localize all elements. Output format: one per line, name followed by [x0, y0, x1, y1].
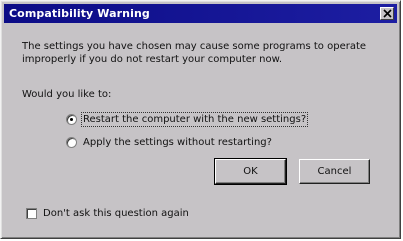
cancel-button[interactable]: Cancel — [299, 159, 370, 184]
radio-label-apply[interactable]: Apply the settings without restarting? — [83, 137, 272, 148]
radio-button-apply[interactable] — [66, 137, 77, 148]
warning-message: The settings you have chosen may cause s… — [22, 41, 367, 65]
radio-label-restart[interactable]: Restart the computer with the new settin… — [80, 112, 309, 127]
radio-button-restart[interactable] — [66, 114, 77, 125]
dialog-title: Compatibility Warning — [9, 7, 150, 20]
radio-apply-without-restart[interactable]: Apply the settings without restarting? — [66, 137, 272, 148]
dont-ask-option[interactable]: Don't ask this question again — [26, 208, 189, 219]
title-bar[interactable]: Compatibility Warning — [4, 4, 397, 23]
close-icon — [383, 9, 392, 18]
dont-ask-checkbox[interactable] — [26, 208, 37, 219]
close-button[interactable] — [380, 7, 394, 20]
ok-button[interactable]: OK — [214, 158, 287, 185]
compatibility-warning-dialog: Compatibility Warning The settings you h… — [0, 0, 401, 239]
radio-restart-now[interactable]: Restart the computer with the new settin… — [66, 112, 309, 127]
options-prompt: Would you like to: — [22, 89, 112, 100]
dont-ask-label[interactable]: Don't ask this question again — [43, 208, 189, 219]
